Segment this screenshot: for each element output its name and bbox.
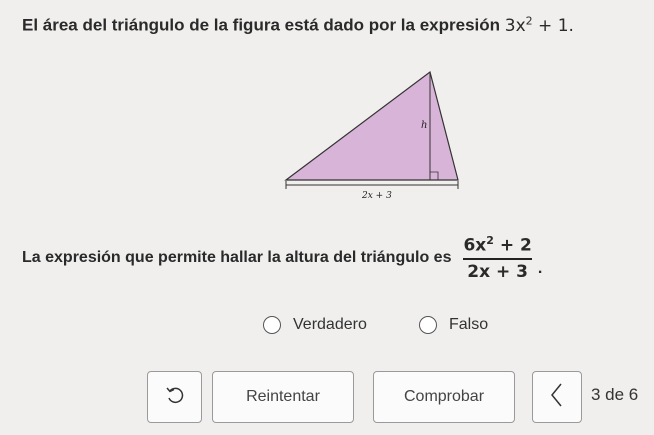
option-falso-label: Falso (449, 316, 489, 333)
option-falso[interactable]: Falso (419, 316, 488, 334)
reset-button[interactable] (147, 371, 202, 423)
area-expression: 3x2 + 1. (504, 14, 574, 36)
question-text: El área del triángulo de la figura está … (22, 14, 574, 36)
retry-button[interactable]: Reintentar (212, 371, 354, 423)
page-indicator: 3 de 6 (591, 385, 639, 404)
fraction-numerator: 6x2 + 2 (463, 234, 532, 256)
radio-verdadero[interactable] (263, 316, 281, 334)
undo-icon (164, 384, 186, 411)
check-button[interactable]: Comprobar (373, 371, 515, 423)
triangle-figure: h 2x + 3 (282, 68, 472, 208)
statement-period: . (537, 259, 543, 277)
chevron-left-icon (549, 382, 565, 413)
previous-button[interactable] (532, 371, 582, 423)
statement-text: La expresión que permite hallar la altur… (22, 248, 452, 266)
radio-falso[interactable] (419, 316, 437, 334)
statement: La expresión que permite hallar la altur… (22, 234, 542, 282)
answer-options: Verdadero Falso (0, 316, 654, 340)
fraction-expression: 6x2 + 2 2x + 3 (459, 234, 535, 282)
retry-label: Reintentar (246, 388, 320, 405)
fraction-denominator: 2x + 3 (463, 257, 533, 282)
base-label: 2x + 3 (361, 191, 392, 201)
check-label: Comprobar (403, 388, 485, 405)
height-label: h (421, 120, 427, 131)
option-verdadero[interactable]: Verdadero (263, 316, 367, 334)
question-label: El área del triángulo de la figura está … (22, 15, 501, 35)
option-verdadero-label: Verdadero (293, 316, 367, 333)
triangle-shape (284, 70, 459, 181)
